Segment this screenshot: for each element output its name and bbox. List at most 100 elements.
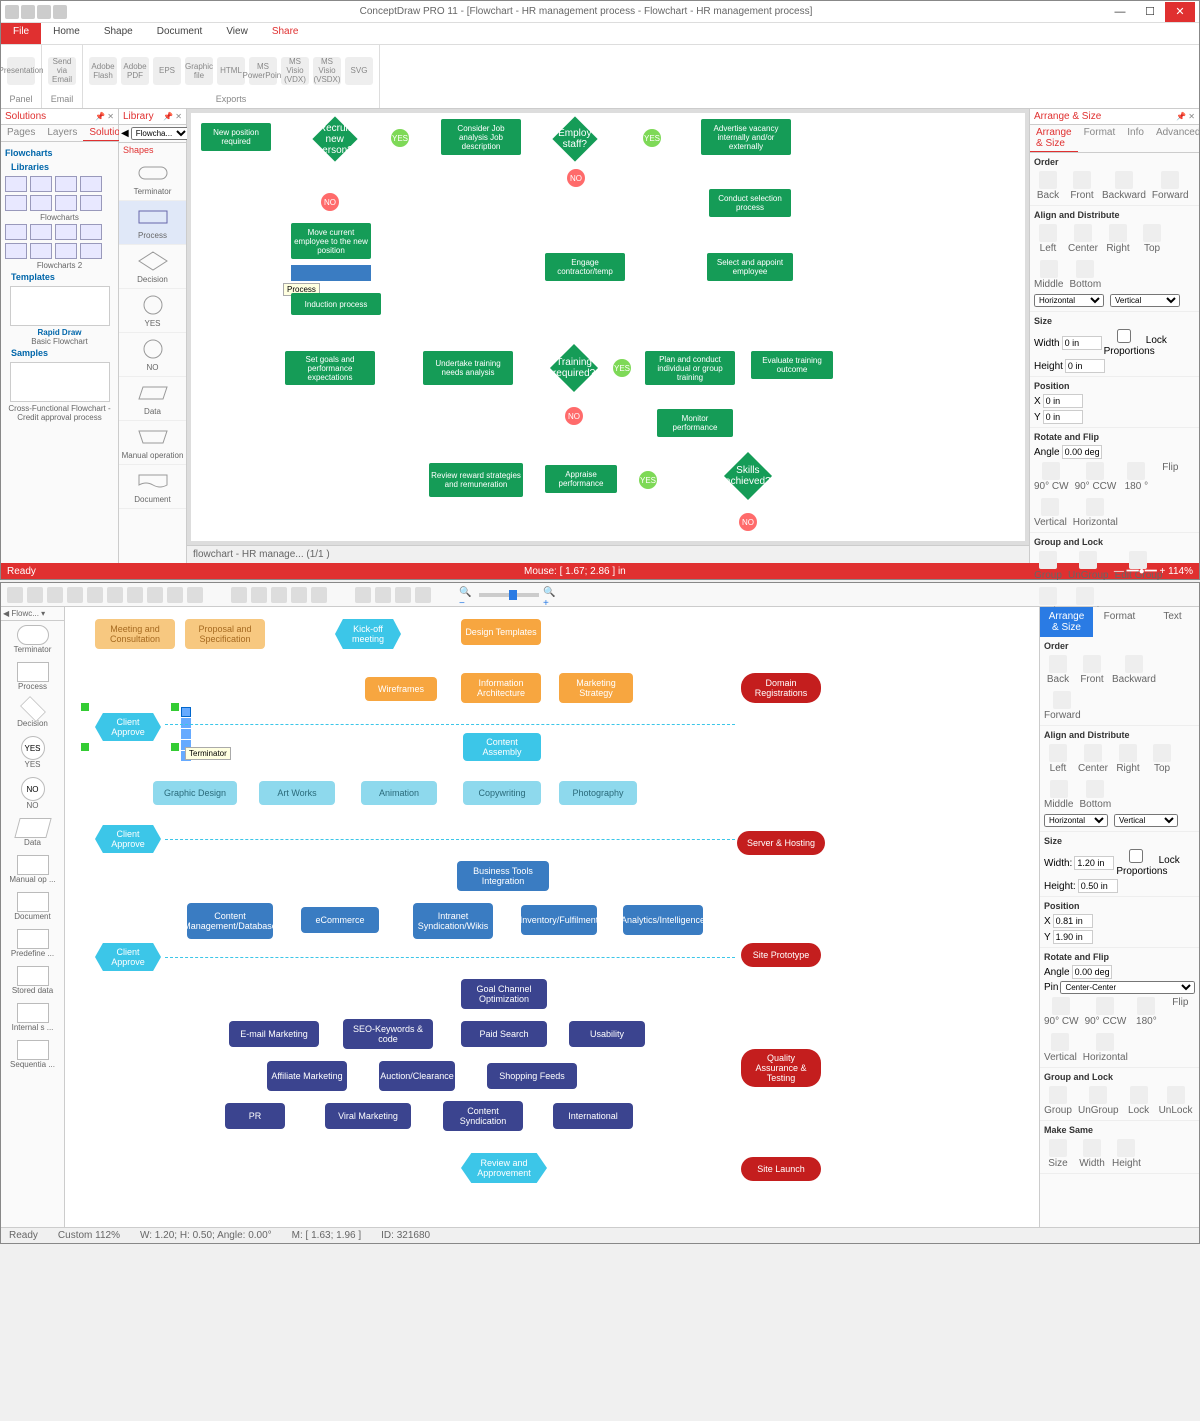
lib-dropdown[interactable]: Flowcha... [131, 127, 190, 140]
export-flash[interactable]: Adobe Flash [89, 57, 117, 85]
s-internal[interactable]: Internal s ... [1, 999, 64, 1036]
n-viral[interactable]: Viral Marketing [325, 1103, 411, 1129]
n-seo[interactable]: SEO-Keywords & code [343, 1019, 433, 1049]
node-conduct-sel[interactable]: Conduct selection process [709, 189, 791, 217]
rapid-tool[interactable] [181, 707, 191, 717]
s-terminator[interactable]: Terminator [1, 621, 64, 658]
order-forward[interactable]: Forward [1152, 171, 1189, 201]
order-front[interactable]: Front [1068, 171, 1096, 201]
shape-no[interactable]: NO [119, 333, 186, 377]
node-training-req[interactable]: Training required? [550, 344, 598, 392]
n-ca3[interactable]: Client Approve [95, 943, 161, 971]
node-appraise[interactable]: Appraise performance [545, 465, 617, 493]
n-proposal[interactable]: Proposal and Specification [185, 619, 265, 649]
template-thumb[interactable] [10, 286, 110, 326]
node-advertise[interactable]: Advertise vacancy internally and/or exte… [701, 119, 791, 155]
n-copy[interactable]: Copywriting [463, 781, 541, 805]
node-new-position[interactable]: New position required [201, 123, 271, 151]
node-undertake[interactable]: Undertake training needs analysis [423, 351, 513, 385]
zoom-out-icon[interactable]: 🔍− [459, 587, 475, 603]
rapid-draw-toolbar[interactable] [291, 265, 371, 281]
n-art[interactable]: Art Works [259, 781, 335, 805]
export-graphic[interactable]: Graphic file [185, 57, 213, 85]
n-anim[interactable]: Animation [361, 781, 437, 805]
n-content[interactable]: Content Assembly [463, 733, 541, 761]
minimize-button[interactable]: — [1105, 2, 1135, 22]
shape-document[interactable]: Document [119, 465, 186, 509]
menu-shape[interactable]: Shape [92, 23, 145, 44]
node-engage[interactable]: Engage contractor/temp [545, 253, 625, 281]
n-meeting[interactable]: Meeting and Consultation [95, 619, 175, 649]
height-input[interactable] [1065, 359, 1105, 373]
n-paid[interactable]: Paid Search [461, 1021, 547, 1047]
n-email[interactable]: E-mail Marketing [229, 1021, 319, 1047]
node-set-goals[interactable]: Set goals and performance expectations [285, 351, 375, 385]
n-inv[interactable]: Inventory/Fulfilment [521, 905, 597, 935]
redo-icon[interactable] [53, 5, 67, 19]
n-ca2[interactable]: Client Approve [95, 825, 161, 853]
menu-document[interactable]: Document [145, 23, 215, 44]
n-gd[interactable]: Graphic Design [153, 781, 237, 805]
close-button[interactable]: ✕ [1165, 2, 1195, 22]
n-pr[interactable]: PR [225, 1103, 285, 1129]
tree-libraries[interactable]: Libraries [11, 160, 114, 174]
node-employ[interactable]: Employ staff? [552, 116, 597, 161]
save-icon[interactable] [21, 5, 35, 19]
n-review[interactable]: Review and Approvement [461, 1153, 547, 1183]
node-review-reward[interactable]: Review reward strategies and remuneratio… [429, 463, 523, 497]
n-intl[interactable]: International [553, 1103, 633, 1129]
presentation-button[interactable]: Presentation [7, 57, 35, 85]
order-back[interactable]: Back [1034, 171, 1062, 201]
s-decision[interactable]: Decision [1, 695, 64, 732]
node-move-emp[interactable]: Move current employee to the new positio… [291, 223, 371, 259]
n-intra[interactable]: Intranet Syndication/Wikis [413, 903, 493, 939]
n-server[interactable]: Server & Hosting [737, 831, 825, 855]
no3[interactable]: NO [565, 407, 583, 425]
tree-flowcharts[interactable]: Flowcharts [5, 146, 114, 160]
n-auc[interactable]: Auction/Clearance [379, 1061, 455, 1091]
n-aff[interactable]: Affiliate Marketing [267, 1061, 347, 1091]
menu-view[interactable]: View [214, 23, 260, 44]
n-ecom[interactable]: eCommerce [301, 907, 379, 933]
n-domain[interactable]: Domain Registrations [741, 673, 821, 703]
n-photo[interactable]: Photography [559, 781, 637, 805]
no4[interactable]: NO [739, 513, 757, 531]
pin-icon[interactable]: 📌 ✕ [163, 112, 182, 121]
selected-shape[interactable]: Client Approve [85, 707, 175, 747]
export-ppt[interactable]: MS PowerPoint [249, 57, 277, 85]
menu-file[interactable]: File [1, 23, 41, 44]
n-proto[interactable]: Site Prototype [741, 943, 821, 967]
shape-yes[interactable]: YES [119, 289, 186, 333]
node-eval-training[interactable]: Evaluate training outcome [751, 351, 833, 379]
yes2[interactable]: YES [643, 129, 661, 147]
menu-share[interactable]: Share [260, 23, 311, 44]
n-csyn[interactable]: Content Syndication [443, 1101, 523, 1131]
shape-process[interactable]: Process [119, 201, 186, 245]
n-launch[interactable]: Site Launch [741, 1157, 821, 1181]
lib-thumb[interactable] [5, 176, 27, 192]
s-data[interactable]: Data [1, 814, 64, 851]
node-consider[interactable]: Consider Job analysis Job description [441, 119, 521, 155]
no2[interactable]: NO [567, 169, 585, 187]
yes3[interactable]: YES [613, 359, 631, 377]
export-vdx[interactable]: MS Visio (VDX) [281, 57, 309, 85]
n-design[interactable]: Design Templates [461, 619, 541, 645]
zoom-in-icon[interactable]: 🔍+ [543, 587, 559, 603]
export-eps[interactable]: EPS [153, 57, 181, 85]
node-monitor[interactable]: Monitor performance [657, 409, 733, 437]
shape-data[interactable]: Data [119, 377, 186, 421]
menu-home[interactable]: Home [41, 23, 92, 44]
n-qa[interactable]: Quality Assurance & Testing [741, 1049, 821, 1087]
order-backward[interactable]: Backward [1102, 171, 1146, 201]
send-email-button[interactable]: Send via Email [48, 57, 76, 85]
node-skills[interactable]: Skills achieved? [724, 452, 772, 500]
undo-icon[interactable] [37, 5, 51, 19]
select-tool[interactable] [27, 587, 43, 603]
s-stored[interactable]: Stored data [1, 962, 64, 999]
n-wire[interactable]: Wireframes [365, 677, 437, 701]
node-induction[interactable]: Induction process [291, 293, 381, 315]
zoom-slider2[interactable] [479, 593, 539, 597]
yes4[interactable]: YES [639, 471, 657, 489]
pointer-tool[interactable] [7, 587, 23, 603]
n-biz[interactable]: Business Tools Integration [457, 861, 549, 891]
